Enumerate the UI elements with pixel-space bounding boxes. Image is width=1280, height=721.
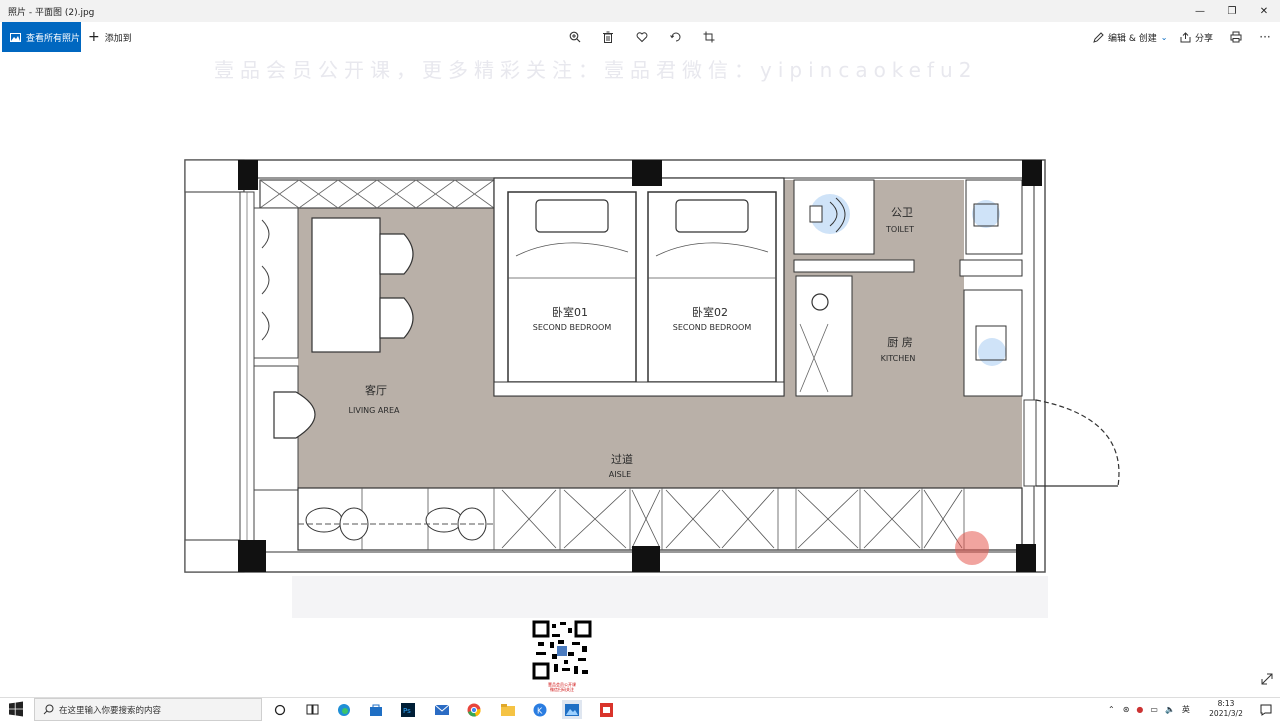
add-to-button[interactable]: + 添加到 xyxy=(88,22,132,52)
close-button[interactable]: ✕ xyxy=(1248,0,1280,22)
monitor-icon[interactable]: ▭ xyxy=(1150,705,1158,714)
edit-create-button[interactable]: 编辑 & 创建 ⌄ xyxy=(1093,22,1167,52)
mouse-cursor-highlight xyxy=(955,531,989,565)
photos-app-icon[interactable] xyxy=(562,700,582,719)
kitchen-cn-label: 厨 房 xyxy=(887,336,913,349)
minimize-button[interactable]: — xyxy=(1184,0,1216,22)
living-en-label: LIVING AREA xyxy=(349,406,400,415)
chrome-icon[interactable] xyxy=(464,700,484,719)
expand-icon[interactable] xyxy=(1260,672,1274,686)
view-all-photos-button[interactable]: 查看所有照片 xyxy=(2,22,81,52)
title-bar: 照片 - 平面图 (2).jpg — ❐ ✕ xyxy=(0,0,1280,22)
photo-icon xyxy=(10,32,21,42)
system-tray: ⌃ ⊛ ● ▭ 🔈 英 xyxy=(1108,698,1190,721)
clock[interactable]: 8:13 2021/3/2 xyxy=(1200,699,1252,719)
rotate-icon[interactable] xyxy=(668,29,684,45)
k-app-icon[interactable]: K xyxy=(530,700,550,719)
photos-app-window: 照片 - 平面图 (2).jpg — ❐ ✕ 查看所有照片 + 添加到 编辑 &… xyxy=(0,0,1280,698)
task-view-icon[interactable] xyxy=(302,700,322,719)
notification-icon[interactable] xyxy=(1256,700,1276,719)
svg-text:K: K xyxy=(537,706,543,715)
share-button[interactable]: 分享 xyxy=(1180,22,1213,52)
bedroom2-en-label: SECOND BEDROOM xyxy=(673,323,752,332)
window-title: 照片 - 平面图 (2).jpg xyxy=(8,7,95,18)
clock-date: 2021/3/2 xyxy=(1209,709,1243,718)
share-label: 分享 xyxy=(1195,33,1214,44)
favorite-icon[interactable] xyxy=(634,29,650,45)
toolbar: 查看所有照片 + 添加到 编辑 & 创建 ⌄ 分享 ··· xyxy=(0,22,1280,52)
network-icon[interactable]: ⊛ xyxy=(1123,705,1130,714)
cortana-icon[interactable] xyxy=(270,700,290,719)
share-icon xyxy=(1180,31,1191,42)
bedroom1-cn-label: 卧室01 xyxy=(552,305,588,319)
watermark-text: 壹品会员公开课，更多精彩关注：壹品君微信：yipincaokefu2 xyxy=(214,58,978,82)
delete-icon[interactable] xyxy=(600,29,616,45)
aisle-cn-label: 过道 xyxy=(611,452,633,466)
view-all-label: 查看所有照片 xyxy=(26,33,81,44)
edge-icon[interactable] xyxy=(334,700,354,719)
search-placeholder: 在这里输入你要搜索的内容 xyxy=(59,705,162,716)
crop-icon[interactable] xyxy=(701,29,717,45)
taskbar: 在这里输入你要搜索的内容 Ps K ⌃ ⊛ ● ▭ 🔈 英 8:13 2021/… xyxy=(0,697,1280,721)
taskbar-search-input[interactable]: 在这里输入你要搜索的内容 xyxy=(34,698,262,721)
edit-create-label: 编辑 & 创建 xyxy=(1108,33,1157,44)
plus-icon: + xyxy=(88,29,100,45)
user-icon[interactable]: ● xyxy=(1136,705,1143,714)
aisle-en-label: AISLE xyxy=(609,470,631,479)
toilet-cn-label: 公卫 xyxy=(891,206,913,219)
photoshop-icon[interactable]: Ps xyxy=(398,700,418,719)
qr-caption: 壹品会员公开课 微信扫码关注 xyxy=(526,682,598,692)
search-icon xyxy=(43,704,54,715)
living-cn-label: 客厅 xyxy=(365,383,387,397)
explorer-icon[interactable] xyxy=(498,700,518,719)
zoom-icon[interactable] xyxy=(567,29,583,45)
bedroom1-en-label: SECOND BEDROOM xyxy=(533,323,612,332)
kitchen-en-label: KITCHEN xyxy=(881,354,916,363)
edit-icon xyxy=(1093,31,1104,43)
store-icon[interactable] xyxy=(366,700,386,719)
ime-indicator[interactable]: 英 xyxy=(1182,704,1190,715)
qr-caption-line-2: 微信扫码关注 xyxy=(550,687,574,692)
add-to-label: 添加到 xyxy=(104,33,132,44)
windows-start-icon[interactable] xyxy=(8,701,24,717)
volume-icon[interactable]: 🔈 xyxy=(1165,705,1175,714)
chevron-up-icon[interactable]: ⌃ xyxy=(1108,705,1115,714)
more-icon[interactable]: ··· xyxy=(1257,29,1273,45)
maximize-button[interactable]: ❐ xyxy=(1216,0,1248,22)
chevron-down-icon: ⌄ xyxy=(1160,32,1168,42)
svg-text:Ps: Ps xyxy=(403,707,411,715)
print-icon[interactable] xyxy=(1228,29,1244,45)
mail-icon[interactable] xyxy=(432,700,452,719)
clock-time: 8:13 xyxy=(1217,699,1235,708)
pdf-icon[interactable] xyxy=(596,700,616,719)
toilet-en-label: TOILET xyxy=(885,225,914,234)
bedroom2-cn-label: 卧室02 xyxy=(692,305,728,319)
